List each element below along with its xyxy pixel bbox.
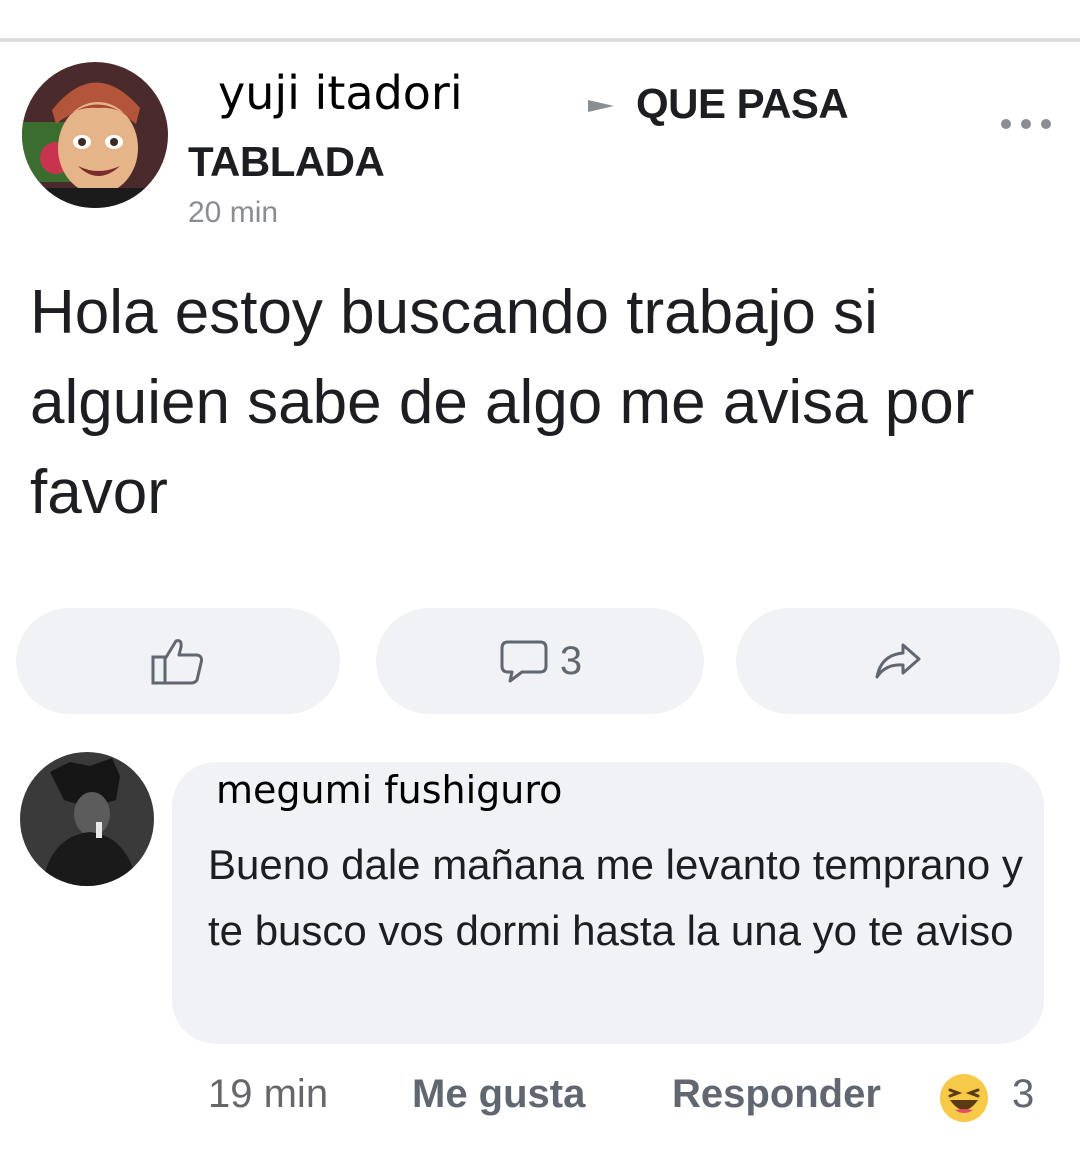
comment-button[interactable]: 3 — [376, 608, 704, 714]
right-triangle-icon — [588, 100, 614, 112]
top-divider — [0, 38, 1080, 42]
comment-timestamp[interactable]: 19 min — [208, 1072, 328, 1122]
comment-reply-link[interactable]: Responder — [672, 1072, 881, 1122]
comment-like-link[interactable]: Me gusta — [412, 1072, 585, 1122]
comment-text: Bueno dale mañana me levanto temprano y … — [208, 841, 1023, 954]
share-button[interactable] — [736, 608, 1060, 714]
more-options-icon[interactable] — [998, 116, 1054, 132]
like-button[interactable] — [16, 608, 340, 714]
reaction-count: 3 — [1012, 1072, 1035, 1116]
post-text: Hola estoy buscando trabajo si alguien s… — [30, 278, 975, 527]
comment-author-name[interactable]: megumi fushiguro — [216, 768, 562, 812]
post-author-avatar[interactable] — [22, 62, 168, 208]
haha-reaction-icon[interactable] — [938, 1072, 990, 1124]
post-author-name[interactable]: yuji itadori — [218, 66, 463, 120]
group-name[interactable]: QUE PASA — [636, 80, 849, 128]
comment-count: 3 — [559, 638, 583, 683]
post-timestamp[interactable]: 20 min — [188, 196, 278, 230]
comment-bubble-icon — [500, 640, 548, 683]
share-arrow-icon — [875, 643, 921, 679]
comment-author-avatar[interactable] — [20, 752, 154, 886]
thumbs-up-icon — [151, 639, 203, 685]
group-name-continued[interactable]: TABLADA — [188, 138, 385, 186]
